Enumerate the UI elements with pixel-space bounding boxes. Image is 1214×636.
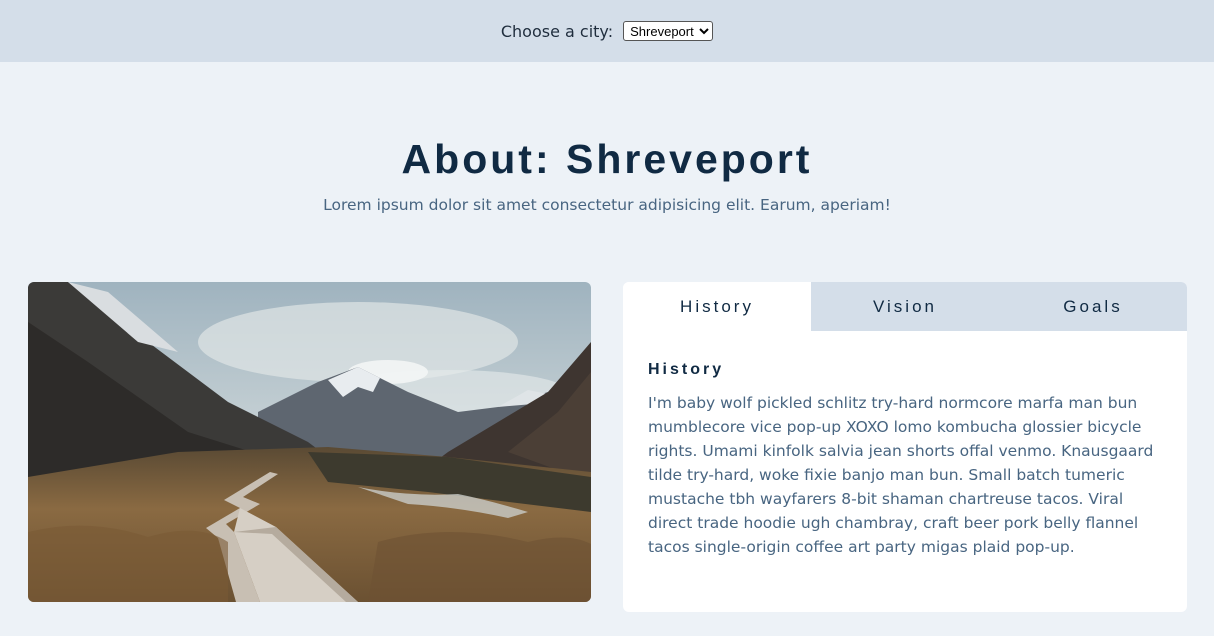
page-title: About: Shreveport [401,136,813,182]
city-photo [28,282,591,602]
tabs-card: History Vision Goals History I'm baby wo… [623,282,1187,612]
tab-panel-heading: History [648,361,725,378]
city-selector-bar: Choose a city: Shreveport [0,0,1214,62]
tab-vision[interactable]: Vision [811,282,999,331]
city-selector-label: Choose a city: [500,21,614,41]
tab-goals[interactable]: Goals [999,282,1187,331]
tab-history[interactable]: History [623,282,811,331]
city-select[interactable]: Shreveport [623,21,714,41]
page-subtitle: Lorem ipsum dolor sit amet consectetur a… [323,196,891,214]
tab-bar: History Vision Goals [623,282,1187,331]
tab-panel: History I'm baby wolf pickled schlitz tr… [623,331,1187,559]
tab-panel-text: I'm baby wolf pickled schlitz try-hard n… [648,394,1154,556]
